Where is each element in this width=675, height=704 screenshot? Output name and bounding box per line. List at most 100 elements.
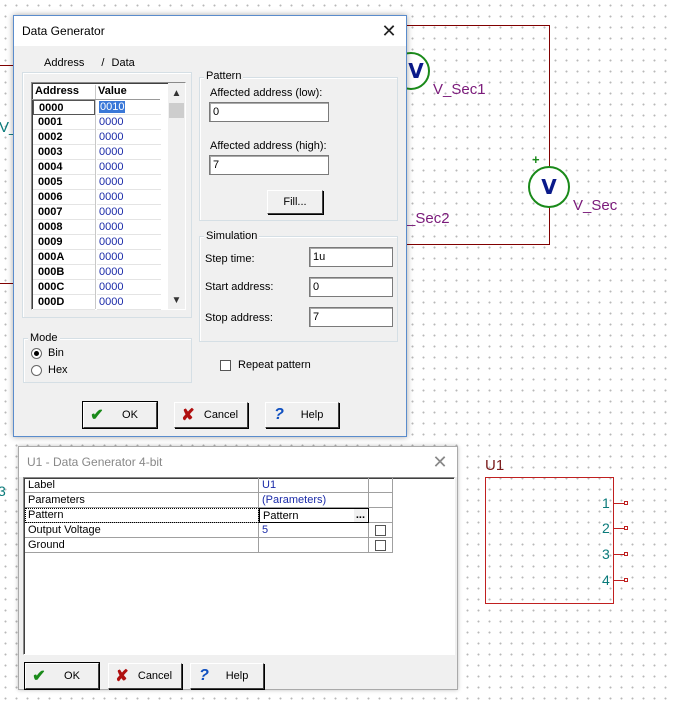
help-button-label: Help xyxy=(300,409,324,421)
table-row-value-text: 0000 xyxy=(99,161,124,173)
affected-high-input[interactable]: 7 xyxy=(209,155,329,175)
help-question-icon: ? xyxy=(274,406,284,423)
affected-low-input[interactable]: 0 xyxy=(209,102,329,122)
property-value[interactable]: Pattern... xyxy=(259,508,369,523)
help-question-icon: ? xyxy=(199,667,209,684)
data-generator-dialog: Data Generator ✕ Address / Data Address … xyxy=(13,15,407,437)
col-header-address[interactable]: Address xyxy=(35,85,79,97)
table-row-value-text: 0000 xyxy=(99,131,124,143)
scroll-up-icon[interactable]: ▲ xyxy=(168,85,185,102)
property-row[interactable]: Output Voltage 5 xyxy=(25,523,395,538)
label-v-sec2-partial[interactable]: _Sec2 xyxy=(407,210,450,227)
cancel-button-label: Cancel xyxy=(203,409,239,421)
property-value[interactable]: (Parameters) xyxy=(259,493,369,508)
table-row-value[interactable]: 0000 xyxy=(97,190,161,205)
voltmeter-glyph: V xyxy=(541,175,557,199)
table-rows: 0000 0010 0001 0000 0002 0000 0003 0000 0004 0000… xyxy=(33,100,163,310)
table-row-value[interactable]: 0010 xyxy=(97,100,161,115)
table-row-address[interactable]: 0005 xyxy=(33,175,95,190)
table-row-value-text: 0000 xyxy=(99,281,124,293)
step-time-input[interactable]: 1u xyxy=(309,247,393,267)
u1-title[interactable]: U1 xyxy=(485,457,504,474)
property-row[interactable]: Label U1 xyxy=(25,478,395,493)
table-row-address[interactable]: 000C xyxy=(33,280,95,295)
table-row-value[interactable]: 0000 xyxy=(97,250,161,265)
affected-high-label: Affected address (high): xyxy=(210,140,327,152)
property-row[interactable]: Pattern Pattern... xyxy=(25,508,395,523)
table-row-value[interactable]: 0000 xyxy=(97,145,161,160)
table-row-value[interactable]: 0000 xyxy=(97,130,161,145)
table-row-value[interactable]: 0000 xyxy=(97,160,161,175)
address-data-header: Address / Data xyxy=(44,57,135,69)
props-close-button[interactable]: ✕ xyxy=(423,447,457,477)
table-row-value[interactable]: 0000 xyxy=(97,280,161,295)
fill-button-label: Fill... xyxy=(283,196,307,208)
repeat-pattern-label[interactable]: Repeat pattern xyxy=(238,359,311,371)
property-checkbox[interactable] xyxy=(375,525,386,536)
property-flag-cell xyxy=(369,493,393,508)
table-row-address[interactable]: 0000 xyxy=(33,100,95,115)
table-row-address[interactable]: 000D xyxy=(33,295,95,310)
table-row-value[interactable]: 0000 xyxy=(97,295,161,310)
fill-button[interactable]: Fill... xyxy=(267,190,323,214)
cancel-button[interactable]: ✘ Cancel xyxy=(174,402,248,428)
hex-radio-label[interactable]: Hex xyxy=(48,364,68,376)
property-value[interactable] xyxy=(259,538,369,553)
props-ok-button[interactable]: ✔ OK xyxy=(24,662,100,690)
scroll-down-icon[interactable]: ▼ xyxy=(168,292,185,309)
bin-radio-label[interactable]: Bin xyxy=(48,347,64,359)
table-scrollbar[interactable]: ▲ ▼ xyxy=(168,83,185,309)
wire-bottom xyxy=(407,244,550,245)
scroll-thumb[interactable] xyxy=(169,103,184,118)
props-ok-button-label: OK xyxy=(64,670,80,682)
col-header-value[interactable]: Value xyxy=(98,85,127,97)
table-row-value[interactable]: 0000 xyxy=(97,205,161,220)
table-row-address[interactable]: 0004 xyxy=(33,160,95,175)
table-row-address[interactable]: 0006 xyxy=(33,190,95,205)
u1-pin-1-end xyxy=(624,501,628,505)
property-checkbox[interactable] xyxy=(375,540,386,551)
table-row-address[interactable]: 0009 xyxy=(33,235,95,250)
property-name: Ground xyxy=(25,538,259,553)
table-row-value[interactable]: 0000 xyxy=(97,235,161,250)
hex-radio[interactable] xyxy=(31,365,42,376)
start-address-input[interactable]: 0 xyxy=(309,277,393,297)
property-flag-cell xyxy=(369,523,393,538)
ok-button[interactable]: ✔ OK xyxy=(82,401,158,429)
props-help-button[interactable]: ? Help xyxy=(190,663,264,689)
property-grid[interactable]: Label U1 Parameters (Parameters) Pattern Patt… xyxy=(23,477,455,655)
table-row-value[interactable]: 0000 xyxy=(97,175,161,190)
property-row[interactable]: Parameters (Parameters) xyxy=(25,493,395,508)
table-row-address[interactable]: 000A xyxy=(33,250,95,265)
table-row-value[interactable]: 0000 xyxy=(97,220,161,235)
bin-radio[interactable] xyxy=(31,348,42,359)
help-button[interactable]: ? Help xyxy=(265,402,339,428)
u1-pin-4-label: 4 xyxy=(602,572,610,588)
table-row-value[interactable]: 0000 xyxy=(97,115,161,130)
u1-component-body[interactable] xyxy=(485,477,614,604)
wire-right xyxy=(549,25,550,245)
table-row-value[interactable]: 0000 xyxy=(97,265,161,280)
close-button[interactable]: ✕ xyxy=(372,16,406,46)
data-table[interactable]: Address Value 0000 0010 0001 0000 0002 0000 00… xyxy=(31,82,186,310)
voltmeter-v-sec[interactable]: V xyxy=(528,166,570,208)
table-row-value-text: 0000 xyxy=(99,296,124,308)
table-row-address[interactable]: 0008 xyxy=(33,220,95,235)
property-row[interactable]: Ground xyxy=(25,538,395,553)
props-title-bar[interactable]: U1 - Data Generator 4-bit ✕ xyxy=(19,447,457,477)
label-v-sec[interactable]: V_Sec xyxy=(573,197,617,214)
label-v-sec1[interactable]: V_Sec1 xyxy=(433,81,486,98)
pattern-group-label: Pattern xyxy=(204,70,244,82)
table-row-address[interactable]: 000B xyxy=(33,265,95,280)
repeat-pattern-checkbox[interactable] xyxy=(220,360,231,371)
stop-address-input[interactable]: 7 xyxy=(309,307,393,327)
table-row-address[interactable]: 0001 xyxy=(33,115,95,130)
ellipsis-button[interactable]: ... xyxy=(353,509,367,522)
table-row-address[interactable]: 0007 xyxy=(33,205,95,220)
title-bar[interactable]: Data Generator ✕ xyxy=(14,16,406,46)
props-cancel-button[interactable]: ✘ Cancel xyxy=(108,663,182,689)
table-row-address[interactable]: 0002 xyxy=(33,130,95,145)
property-value[interactable]: U1 xyxy=(259,478,369,493)
property-value[interactable]: 5 xyxy=(259,523,369,538)
table-row-address[interactable]: 0003 xyxy=(33,145,95,160)
